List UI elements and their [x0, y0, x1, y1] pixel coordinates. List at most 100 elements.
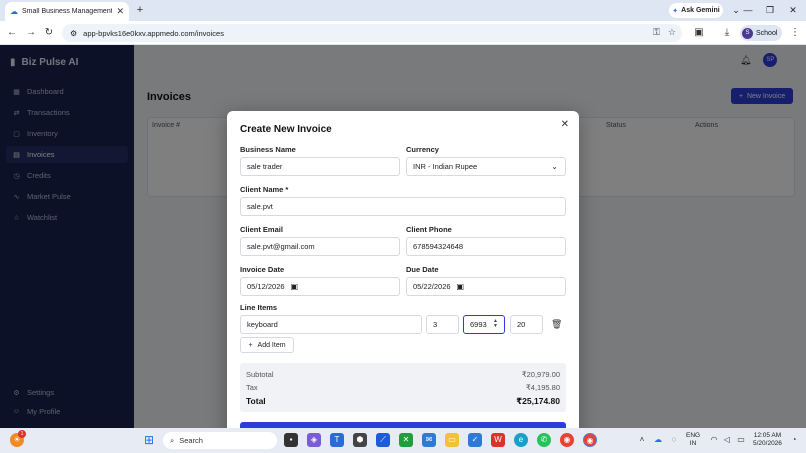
- xbox-icon[interactable]: ✕: [399, 433, 413, 447]
- bookmark-star-icon[interactable]: ☆: [668, 27, 676, 38]
- browser-tab-bar: ☁ Small Business Management Sc ✕ + ✦ Ask…: [0, 0, 806, 21]
- ask-gemini-label: Ask Gemini: [681, 7, 720, 14]
- chrome-active-icon[interactable]: ◉: [583, 433, 597, 447]
- cloud-icon: ☁: [10, 7, 18, 16]
- item-quantity-input[interactable]: 3: [426, 315, 459, 334]
- chevron-up-icon[interactable]: ˄: [635, 433, 649, 447]
- clock[interactable]: 12:05 AM 5/20/2026: [753, 432, 782, 448]
- edge-icon[interactable]: e: [514, 433, 528, 447]
- plus-icon: +: [248, 341, 253, 349]
- client-phone-label: Client Phone: [406, 225, 452, 234]
- client-email-label: Client Email: [240, 225, 283, 234]
- subtotal-label: Subtotal: [246, 370, 274, 379]
- item-description-input[interactable]: keyboard: [240, 315, 422, 334]
- app-chart-icon[interactable]: ⟋: [376, 433, 390, 447]
- close-icon[interactable]: ✕: [561, 119, 569, 130]
- search-label: Search: [179, 436, 203, 445]
- minimize-icon[interactable]: —: [741, 3, 755, 17]
- reload-icon[interactable]: ↻: [42, 26, 56, 40]
- business-name-input[interactable]: sale trader: [240, 157, 400, 176]
- tax-value: ₹4,195.80: [526, 383, 560, 392]
- due-date-label: Due Date: [406, 265, 439, 274]
- back-arrow-icon[interactable]: ←: [5, 26, 19, 40]
- chevron-down-icon: ⌄: [551, 162, 558, 171]
- total-label: Total: [246, 396, 266, 406]
- total-row: Total ₹25,174.80: [246, 396, 560, 407]
- clock-date: 5/20/2026: [753, 440, 782, 447]
- client-email-input[interactable]: sale.pvt@gmail.com: [240, 237, 400, 256]
- tab-title: Small Business Management Sc: [22, 8, 113, 15]
- battery-icon[interactable]: ▭: [734, 433, 748, 447]
- lang-bottom: IN: [689, 440, 697, 447]
- browser-tab[interactable]: ☁ Small Business Management Sc ✕: [5, 2, 129, 21]
- task-view-icon[interactable]: ▪: [284, 433, 298, 447]
- item-price-value: 6993: [470, 320, 487, 329]
- currency-label: Currency: [406, 145, 439, 154]
- due-date-input[interactable]: 05/22/2026 ▣: [406, 277, 566, 296]
- restore-icon[interactable]: ❐: [763, 3, 777, 17]
- tab-search-icon[interactable]: ▣: [692, 26, 706, 40]
- lang-top: ENG: [686, 432, 701, 439]
- browser-toolbar: ← → ↻ ⚙ app-bpvks16e0kxv.appmedo.com/inv…: [0, 21, 806, 45]
- client-name-label: Client Name *: [240, 185, 289, 194]
- spinner-arrows-icon[interactable]: ▲ ▼: [493, 319, 498, 329]
- profile-label: School: [756, 29, 778, 37]
- search-icon: ⌕: [170, 435, 175, 445]
- calendar-icon[interactable]: ▣: [291, 282, 299, 291]
- volume-icon[interactable]: ◁: [720, 433, 734, 447]
- chrome-icon[interactable]: ◉: [560, 433, 574, 447]
- profile-avatar: S: [742, 27, 753, 39]
- total-value: ₹25,174.80: [516, 396, 560, 406]
- tax-row: Tax ₹4,195.80: [246, 383, 560, 392]
- download-icon[interactable]: ⤓: [720, 26, 734, 40]
- item-price-input[interactable]: 6993 ▲ ▼: [463, 315, 505, 334]
- taskbar-search[interactable]: ⌕ Search: [163, 432, 277, 449]
- clock-time: 12:05 AM: [753, 432, 782, 439]
- app-hex-icon[interactable]: ⬢: [353, 433, 367, 447]
- onedrive-icon[interactable]: ☁: [651, 433, 665, 447]
- window-close-icon[interactable]: ✕: [786, 3, 800, 17]
- invoice-date-label: Invoice Date: [240, 265, 285, 274]
- tax-label: Tax: [246, 383, 258, 392]
- profile-chip[interactable]: S School: [740, 25, 782, 41]
- file-explorer-icon[interactable]: ▭: [445, 433, 459, 447]
- ask-gemini-button[interactable]: ✦ Ask Gemini: [669, 3, 723, 18]
- client-name-input[interactable]: sale.pvt: [240, 197, 566, 216]
- item-tax-input[interactable]: 20: [510, 315, 543, 334]
- app-viewport: ▮ Biz Pulse AI ▦ Dashboard ⇄ Transaction…: [0, 45, 806, 453]
- currency-value: INR - Indian Rupee: [413, 162, 478, 171]
- wifi-icon[interactable]: ◠: [707, 433, 721, 447]
- calendar-icon[interactable]: ▣: [457, 282, 465, 291]
- key-icon[interactable]: ⚿: [653, 27, 660, 38]
- language-indicator[interactable]: ENG IN: [686, 432, 700, 448]
- plus-icon[interactable]: +: [133, 3, 147, 17]
- teams-icon[interactable]: T: [330, 433, 344, 447]
- notification-badge: 1: [18, 430, 26, 438]
- network-globe-icon[interactable]: ◌: [667, 433, 681, 447]
- subtotal-row: Subtotal ₹20,979.00: [246, 370, 560, 379]
- url-text: app-bpvks16e0kxv.appmedo.com/invoices: [83, 28, 224, 38]
- add-item-button[interactable]: + Add Item: [240, 337, 294, 353]
- totals-summary: Subtotal ₹20,979.00 Tax ₹4,195.80 Total …: [240, 363, 566, 412]
- trash-icon[interactable]: 🗑︎: [551, 319, 562, 330]
- wps-icon[interactable]: W: [491, 433, 505, 447]
- currency-select[interactable]: INR - Indian Rupee ⌄: [406, 157, 566, 176]
- forward-arrow-icon[interactable]: →: [24, 26, 38, 40]
- outlook-icon[interactable]: ✉: [422, 433, 436, 447]
- site-info-icon[interactable]: ⚙: [70, 29, 77, 38]
- address-bar[interactable]: ⚙ app-bpvks16e0kxv.appmedo.com/invoices …: [62, 24, 682, 42]
- copilot-icon[interactable]: ◈: [307, 433, 321, 447]
- todo-icon[interactable]: ✓: [468, 433, 482, 447]
- close-icon[interactable]: ✕: [116, 6, 124, 17]
- notification-bell-icon[interactable]: ◔: [787, 433, 801, 447]
- sparkle-icon: ✦: [672, 7, 679, 15]
- invoice-date-input[interactable]: 05/12/2026 ▣: [240, 277, 400, 296]
- client-phone-input[interactable]: 678594324648: [406, 237, 566, 256]
- due-date-value: 05/22/2026: [413, 282, 451, 291]
- subtotal-value: ₹20,979.00: [521, 370, 560, 379]
- menu-dots-icon[interactable]: ⋮: [788, 26, 802, 40]
- whatsapp-icon[interactable]: ✆: [537, 433, 551, 447]
- add-item-label: Add Item: [257, 341, 286, 349]
- taskbar: ☀ 1 ⊞ ⌕ Search ▪ ◈ T ⬢ ⟋ ✕ ✉ ▭ ✓ W e ✆ ◉…: [0, 428, 806, 453]
- windows-start-icon[interactable]: ⊞: [142, 433, 156, 447]
